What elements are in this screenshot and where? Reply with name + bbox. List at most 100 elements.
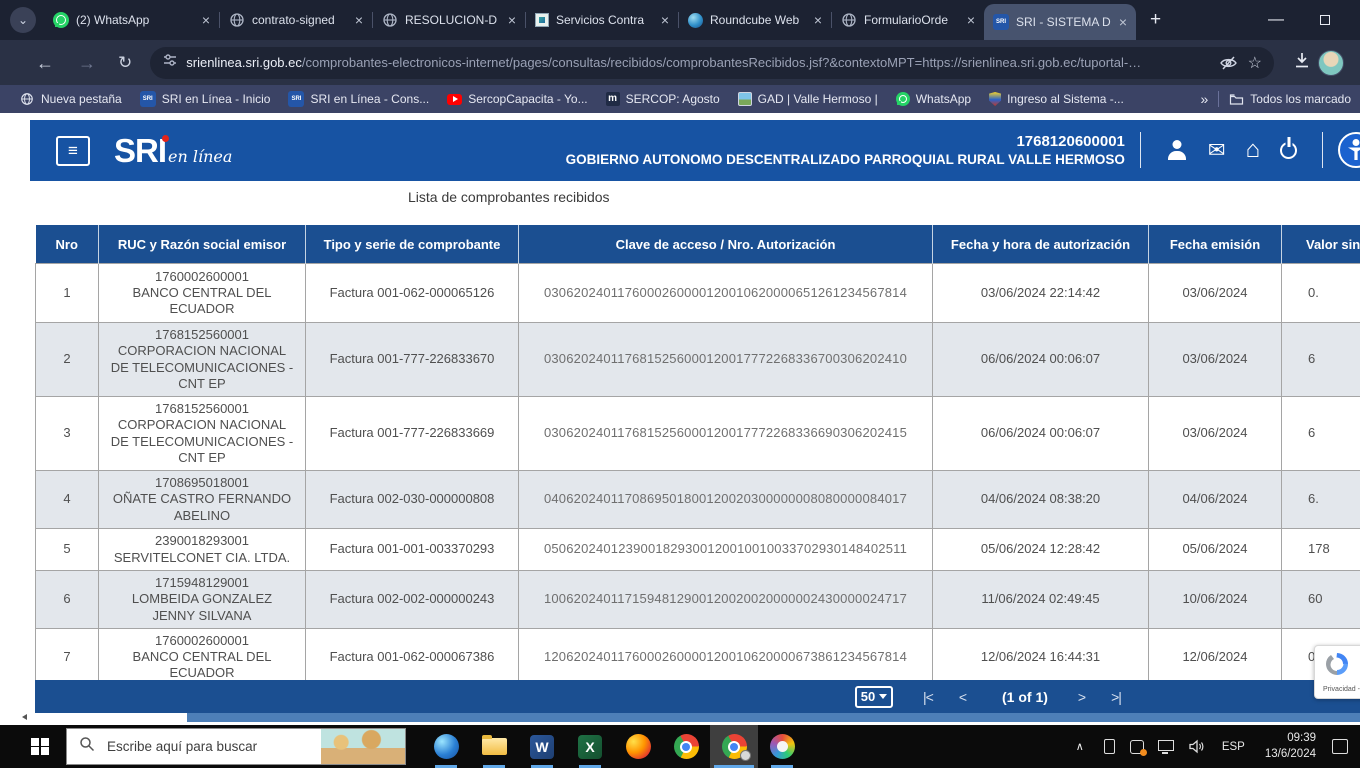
bookmark-sri-inicio[interactable]: SRI SRI en Línea - Inicio bbox=[131, 91, 280, 107]
last-page-button[interactable]: >| bbox=[1111, 689, 1121, 705]
close-icon[interactable]: × bbox=[355, 13, 363, 27]
browser-window: ⌄ (2) WhatsApp × contrato-signed × RESOL… bbox=[0, 0, 1360, 768]
language-indicator[interactable]: ESP bbox=[1222, 741, 1245, 753]
bookmarks-overflow-icon[interactable]: » bbox=[1190, 91, 1218, 107]
bookmark-sercopcapacita[interactable]: SercopCapacita - Yo... bbox=[438, 92, 596, 106]
tab-sri-active[interactable]: SRI SRI - SISTEMA D × bbox=[984, 4, 1136, 40]
all-bookmarks-label: Todos los marcado bbox=[1250, 92, 1351, 106]
tab-whatsapp[interactable]: (2) WhatsApp × bbox=[44, 0, 219, 40]
tab-contrato[interactable]: contrato-signed × bbox=[220, 0, 372, 40]
col-fecha-autorizacion: Fecha y hora de autorización bbox=[933, 226, 1149, 264]
taskbar-edge[interactable] bbox=[422, 725, 470, 768]
first-page-button[interactable]: |< bbox=[923, 689, 933, 705]
folder-icon bbox=[1228, 91, 1244, 107]
address-bar[interactable]: srienlinea.sri.gob.ec/comprobantes-elect… bbox=[150, 47, 1274, 79]
bookmark-gad-valle-hermoso[interactable]: GAD | Valle Hermoso | bbox=[729, 92, 887, 106]
cell-fecha-emision: 03/06/2024 bbox=[1149, 397, 1282, 471]
mail-icon[interactable]: ✉ bbox=[1208, 138, 1226, 163]
emisor-name: SERVITELCONET CIA. LTDA. bbox=[110, 550, 295, 566]
emisor-name: LOMBEIDA GONZALEZ JENNY SILVANA bbox=[110, 591, 295, 624]
table-row[interactable]: 5 2390018293001SERVITELCONET CIA. LTDA. … bbox=[36, 529, 1360, 571]
phone-link-icon[interactable] bbox=[1104, 739, 1115, 754]
sri-logo-main: SRI bbox=[114, 134, 166, 167]
prev-page-button[interactable]: < bbox=[959, 689, 966, 705]
hidden-icons-chevron[interactable]: ∧ bbox=[1076, 740, 1084, 753]
all-bookmarks-button[interactable]: Todos los marcado bbox=[1219, 91, 1360, 107]
menu-button[interactable]: ≡ bbox=[56, 136, 90, 166]
back-button[interactable]: ← bbox=[36, 54, 54, 72]
search-highlight-image[interactable] bbox=[321, 729, 405, 764]
close-icon[interactable]: × bbox=[508, 13, 516, 27]
home-icon[interactable]: ⌂ bbox=[1246, 136, 1261, 164]
scroll-left-icon[interactable] bbox=[22, 714, 27, 720]
new-tab-button[interactable]: + bbox=[1150, 9, 1161, 31]
close-icon[interactable]: × bbox=[1119, 15, 1127, 29]
tab-roundcube[interactable]: Roundcube Web × bbox=[679, 0, 831, 40]
table-row[interactable]: 7 1760002600001BANCO CENTRAL DEL ECUADOR… bbox=[36, 628, 1360, 686]
update-notification-icon[interactable] bbox=[1130, 740, 1144, 754]
bookmark-ingreso-sistema[interactable]: Ingreso al Sistema -... bbox=[980, 92, 1133, 106]
user-icon[interactable] bbox=[1166, 140, 1188, 160]
table-row[interactable]: 3 1768152560001CORPORACION NACIONAL DE T… bbox=[36, 397, 1360, 471]
taskbar-firefox[interactable] bbox=[614, 725, 662, 768]
start-button[interactable] bbox=[14, 725, 66, 768]
tab-resolucion[interactable]: RESOLUCION-D × bbox=[373, 0, 525, 40]
minimize-button[interactable]: — bbox=[1268, 11, 1284, 29]
comprobantes-table: Nro RUC y Razón social emisor Tipo y ser… bbox=[35, 225, 1360, 687]
cell-nro: 5 bbox=[36, 529, 99, 571]
bookmark-sercop-agosto[interactable]: m SERCOP: Agosto bbox=[597, 92, 729, 106]
sri-logo[interactable]: SRI en línea bbox=[114, 134, 232, 167]
tune-icon bbox=[162, 52, 178, 73]
sri-favicon: SRI bbox=[140, 91, 156, 107]
table-row[interactable]: 1 1760002600001BANCO CENTRAL DEL ECUADOR… bbox=[36, 264, 1360, 323]
close-icon[interactable]: × bbox=[814, 13, 822, 27]
taskbar-paint[interactable] bbox=[758, 725, 806, 768]
bookmark-star-icon[interactable]: ☆ bbox=[1248, 53, 1262, 73]
recaptcha-badge[interactable]: Privacidad - Térmi bbox=[1314, 645, 1360, 699]
taskbar-chrome-active[interactable] bbox=[710, 725, 758, 768]
horizontal-scrollbar[interactable] bbox=[0, 713, 1360, 722]
sri-logo-dot bbox=[162, 135, 169, 142]
volume-icon[interactable] bbox=[1188, 739, 1205, 754]
logout-icon[interactable] bbox=[1280, 142, 1297, 159]
accessibility-icon[interactable] bbox=[1338, 132, 1360, 168]
action-center-icon[interactable] bbox=[1332, 739, 1348, 754]
taxpayer-name: GOBIERNO AUTONOMO DESCENTRALIZADO PARROQ… bbox=[566, 151, 1125, 169]
bookmark-sri-cons[interactable]: SRI SRI en Línea - Cons... bbox=[279, 91, 438, 107]
cell-emisor: 1715948129001LOMBEIDA GONZALEZ JENNY SIL… bbox=[99, 571, 306, 629]
close-icon[interactable]: × bbox=[967, 13, 975, 27]
table-row[interactable]: 6 1715948129001LOMBEIDA GONZALEZ JENNY S… bbox=[36, 571, 1360, 629]
network-display-icon[interactable] bbox=[1158, 740, 1174, 751]
bookmark-nueva-pestana[interactable]: Nueva pestaña bbox=[10, 91, 131, 107]
taskbar-excel[interactable]: X bbox=[566, 725, 614, 768]
scrollbar-thumb[interactable] bbox=[187, 713, 1360, 722]
close-icon[interactable]: × bbox=[202, 13, 210, 27]
bookmark-whatsapp[interactable]: WhatsApp bbox=[887, 92, 980, 106]
taskbar-clock[interactable]: 09:39 13/6/2024 bbox=[1265, 731, 1316, 762]
search-input[interactable] bbox=[105, 738, 295, 755]
tab-servicios[interactable]: Servicios Contra × bbox=[526, 0, 678, 40]
cell-fecha-emision: 04/06/2024 bbox=[1149, 471, 1282, 529]
system-tray: ∧ ESP 09:39 13/6/2024 bbox=[1076, 731, 1360, 762]
profile-avatar[interactable] bbox=[1318, 50, 1344, 76]
taskbar-search[interactable] bbox=[66, 728, 406, 765]
page-size-select[interactable]: 50 bbox=[855, 686, 893, 708]
taskbar-file-explorer[interactable] bbox=[470, 725, 518, 768]
table-row[interactable]: 2 1768152560001CORPORACION NACIONAL DE T… bbox=[36, 323, 1360, 397]
taskbar-chrome[interactable] bbox=[662, 725, 710, 768]
reload-button[interactable]: ↻ bbox=[118, 54, 132, 71]
download-icon[interactable] bbox=[1292, 50, 1312, 75]
next-page-button[interactable]: > bbox=[1078, 689, 1085, 705]
cell-fecha-emision: 10/06/2024 bbox=[1149, 571, 1282, 629]
forward-button[interactable]: → bbox=[78, 54, 96, 72]
taskbar-word[interactable]: W bbox=[518, 725, 566, 768]
cell-nro: 3 bbox=[36, 397, 99, 471]
tab-search-button[interactable]: ⌄ bbox=[10, 7, 36, 33]
close-icon[interactable]: × bbox=[661, 13, 669, 27]
restore-button[interactable] bbox=[1320, 15, 1330, 25]
emisor-ruc: 1708695018001 bbox=[105, 475, 299, 491]
clock-time: 09:39 bbox=[1265, 731, 1316, 747]
table-row[interactable]: 4 1708695018001OÑATE CASTRO FERNANDO ABE… bbox=[36, 471, 1360, 529]
eye-off-icon[interactable] bbox=[1219, 55, 1238, 71]
tab-formulario[interactable]: FormularioOrde × bbox=[832, 0, 984, 40]
